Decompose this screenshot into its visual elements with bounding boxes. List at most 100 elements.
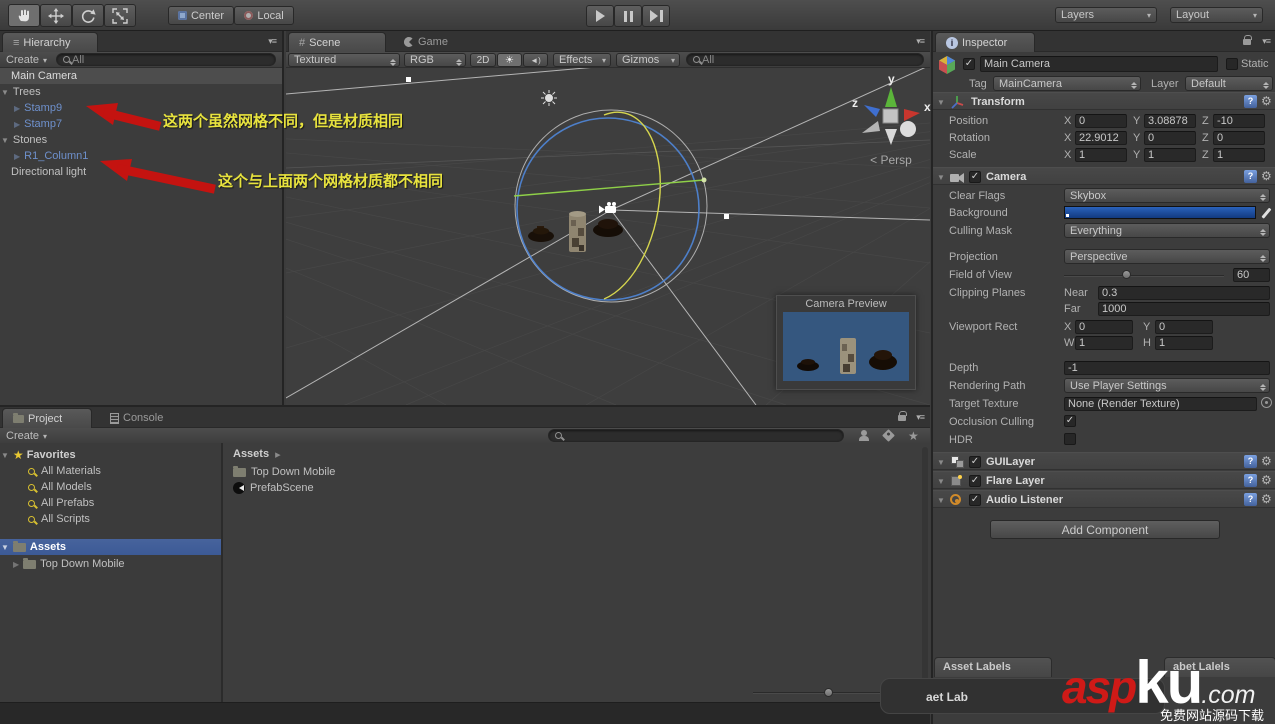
panel-menu-icon[interactable]: ▾≡ (916, 36, 925, 47)
target-texture-field[interactable]: None (Render Texture) (1064, 397, 1257, 411)
object-picker-icon[interactable] (1261, 397, 1272, 408)
hierarchy-row-stones[interactable]: ▼ Stones (0, 132, 282, 148)
scale-z-field[interactable]: 1 (1213, 148, 1265, 162)
near-field[interactable]: 0.3 (1098, 286, 1270, 300)
asset-zoom-slider-handle[interactable] (824, 688, 833, 697)
scale-y-field[interactable]: 1 (1144, 148, 1196, 162)
active-checkbox[interactable]: ✓ (963, 58, 975, 70)
foldout-closed-icon[interactable]: ▶ (14, 152, 20, 161)
clear-flags-dropdown[interactable]: Skybox (1064, 188, 1270, 203)
hierarchy-search-input[interactable]: All (56, 53, 276, 66)
move-tool-button[interactable] (40, 4, 72, 27)
search-by-label-icon[interactable] (882, 429, 895, 442)
orientation-gizmo[interactable]: y z x < Persp (846, 71, 936, 171)
tag-dropdown[interactable]: MainCamera (993, 76, 1141, 91)
pivot-local-button[interactable]: Local (234, 6, 294, 25)
help-icon[interactable]: ? (1244, 455, 1257, 468)
foldout-closed-icon[interactable]: ▶ (14, 120, 20, 129)
viewport-x-field[interactable]: 0 (1075, 320, 1133, 334)
help-icon[interactable]: ? (1244, 493, 1257, 506)
create-button[interactable]: Create ▾ (6, 54, 47, 66)
camera-enabled-checkbox[interactable]: ✓ (969, 171, 981, 183)
foldout-open-icon[interactable]: ▼ (937, 477, 945, 486)
asset-item-prefabscene[interactable]: PrefabScene (223, 480, 930, 496)
hand-tool-button[interactable] (8, 4, 40, 27)
flare-layer-header[interactable]: ▼ ✓ Flare Layer ? ⚙ (933, 471, 1275, 489)
transform-header[interactable]: ▼ Transform ? ⚙ (933, 92, 1275, 110)
guilayer-header[interactable]: ▼ ✓ GUILayer ? ⚙ (933, 452, 1275, 470)
foldout-open-icon[interactable]: ▼ (937, 458, 945, 467)
projection-dropdown[interactable]: Perspective (1064, 249, 1270, 264)
scale-x-field[interactable]: 1 (1075, 148, 1127, 162)
viewport-y-field[interactable]: 0 (1155, 320, 1213, 334)
favorites-all-materials[interactable]: All Materials (0, 463, 221, 479)
viewport-h-field[interactable]: 1 (1155, 336, 1213, 350)
add-component-button[interactable]: Add Component (990, 520, 1220, 539)
gizmos-dropdown[interactable]: Gizmos ▾ (616, 53, 680, 67)
foldout-open-icon[interactable]: ▼ (1, 88, 9, 97)
hdr-checkbox[interactable] (1064, 433, 1076, 445)
lock-icon[interactable] (1243, 35, 1252, 45)
static-checkbox[interactable] (1226, 58, 1238, 70)
gear-icon[interactable]: ⚙ (1261, 493, 1272, 506)
assets-root-item[interactable]: ▼ Assets (0, 539, 221, 555)
2d-toggle-button[interactable]: 2D (470, 53, 496, 67)
panel-menu-icon[interactable]: ▾≡ (1262, 36, 1271, 47)
layers-dropdown[interactable]: Layers ▾ (1055, 7, 1157, 23)
vertical-scrollbar[interactable] (922, 447, 928, 687)
background-color-swatch[interactable] (1064, 206, 1256, 219)
breadcrumb[interactable]: Assets ▸ (223, 446, 930, 462)
fov-slider-handle[interactable] (1122, 270, 1131, 279)
position-x-field[interactable]: 0 (1075, 114, 1127, 128)
tab-game[interactable]: Game (394, 32, 474, 52)
occlusion-culling-checkbox[interactable]: ✓ (1064, 415, 1076, 427)
audio-listener-enabled-checkbox[interactable]: ✓ (969, 494, 981, 506)
scene-search-input[interactable]: All (686, 53, 924, 66)
foldout-closed-icon[interactable]: ▶ (13, 560, 19, 569)
favorites-all-prefabs[interactable]: All Prefabs (0, 495, 221, 511)
foldout-closed-icon[interactable]: ▶ (14, 104, 20, 113)
help-icon[interactable]: ? (1244, 95, 1257, 108)
hierarchy-row-r1-column1[interactable]: ▶ R1_Column1 (0, 148, 282, 164)
play-button[interactable] (586, 5, 614, 27)
rotation-x-field[interactable]: 22.9012 (1075, 131, 1127, 145)
step-button[interactable] (642, 5, 670, 27)
asset-labels-header[interactable]: Asset Labels (934, 657, 1052, 677)
shading-mode-dropdown[interactable]: Textured (288, 53, 400, 67)
layout-dropdown[interactable]: Layout ▾ (1170, 7, 1263, 23)
depth-field[interactable]: -1 (1064, 361, 1270, 375)
rotate-tool-button[interactable] (72, 4, 104, 27)
gear-icon[interactable]: ⚙ (1261, 95, 1272, 108)
help-icon[interactable]: ? (1244, 170, 1257, 183)
panel-menu-icon[interactable]: ▾≡ (916, 412, 925, 423)
tab-scene[interactable]: # Scene (288, 32, 386, 52)
foldout-open-icon[interactable]: ▼ (1, 451, 9, 460)
pivot-center-button[interactable]: Center (168, 6, 234, 25)
hierarchy-row-main-camera[interactable]: Main Camera (0, 68, 282, 84)
render-channel-dropdown[interactable]: RGB (404, 53, 466, 67)
guilayer-enabled-checkbox[interactable]: ✓ (969, 456, 981, 468)
position-y-field[interactable]: 3.08878 (1144, 114, 1196, 128)
foldout-open-icon[interactable]: ▼ (937, 496, 945, 505)
favorites-all-scripts[interactable]: All Scripts (0, 511, 221, 527)
rotation-y-field[interactable]: 0 (1144, 131, 1196, 145)
foldout-open-icon[interactable]: ▼ (937, 173, 945, 182)
project-search-input[interactable] (548, 429, 844, 442)
tab-console[interactable]: Console (100, 408, 190, 428)
flare-layer-enabled-checkbox[interactable]: ✓ (969, 475, 981, 487)
camera-component-header[interactable]: ▼ ✓ Camera ? ⚙ (933, 167, 1275, 185)
panel-menu-icon[interactable]: ▾≡ (268, 36, 277, 47)
foldout-open-icon[interactable]: ▼ (1, 136, 9, 145)
lighting-toggle-button[interactable]: ☀ (497, 53, 522, 67)
layer-dropdown[interactable]: Default (1185, 76, 1273, 91)
tab-inspector[interactable]: i Inspector (935, 32, 1035, 52)
foldout-open-icon[interactable]: ▼ (1, 543, 9, 552)
create-button[interactable]: Create ▾ (6, 430, 47, 442)
eyedropper-icon[interactable] (1260, 206, 1273, 219)
culling-mask-dropdown[interactable]: Everything (1064, 223, 1270, 238)
audio-toggle-button[interactable]: ◄) (523, 53, 548, 67)
fov-slider-track[interactable] (1064, 275, 1224, 277)
favorites-item[interactable]: ▼ ★ Favorites (0, 447, 221, 463)
fov-value-field[interactable]: 60 (1233, 268, 1270, 282)
pause-button[interactable] (614, 5, 642, 27)
